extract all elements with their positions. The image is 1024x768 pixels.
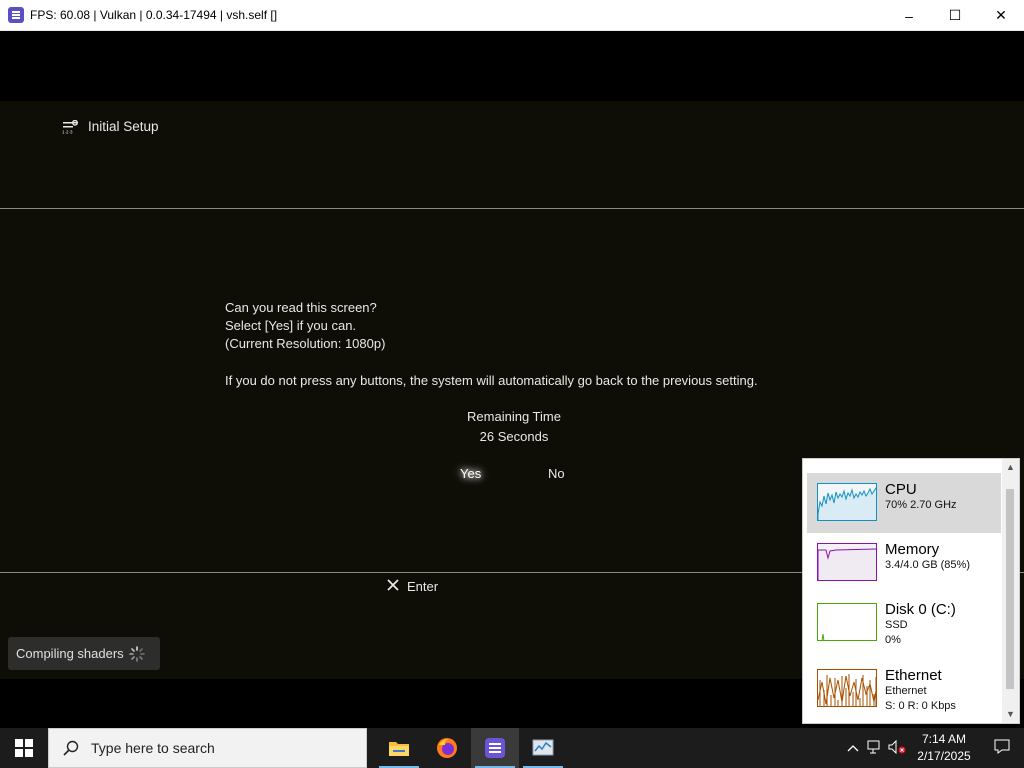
network-icon[interactable] (864, 740, 886, 757)
ethernet-graph (817, 669, 877, 707)
perf-item-ethernet[interactable]: Ethernet Ethernet S: 0 R: 0 Kbps (807, 659, 1001, 719)
taskbar-search-box[interactable]: Type here to search (48, 728, 367, 768)
compiling-shaders-toast: Compiling shaders (8, 637, 160, 670)
yes-option[interactable]: Yes (460, 466, 481, 481)
loading-spinner-icon (128, 645, 145, 662)
dialog-line-1: Can you read this screen? (225, 300, 377, 315)
clock-time: 7:14 AM (921, 732, 967, 746)
dialog-line-3: (Current Resolution: 1080p) (225, 336, 386, 351)
windows-taskbar: Type here to search 7:14 AM 2/17/2025 (0, 728, 1024, 768)
disk-type: SSD (885, 619, 908, 631)
scroll-thumb[interactable] (1006, 489, 1014, 689)
windows-logo-icon (15, 739, 33, 757)
setup-title: Initial Setup (88, 119, 159, 134)
ethernet-adapter: Ethernet (885, 685, 927, 697)
clock-date: 2/17/2025 (917, 749, 971, 763)
chevron-up-icon[interactable] (842, 741, 864, 755)
performance-summary-panel: CPU 70% 2.70 GHz Memory 3.4/4.0 GB (85%)… (802, 458, 1020, 724)
remaining-time-label: Remaining Time (467, 409, 561, 424)
notifications-icon[interactable] (980, 739, 1024, 757)
folder-icon (389, 742, 409, 756)
disk-usage: 0% (885, 634, 901, 646)
scroll-down-icon[interactable]: ▼ (1002, 706, 1019, 723)
enter-label: Enter (407, 579, 439, 594)
cpu-graph (817, 483, 877, 521)
ethernet-label: Ethernet (885, 667, 942, 684)
memory-usage: 3.4/4.0 GB (85%) (885, 559, 970, 571)
svg-text:1·2·3: 1·2·3 (62, 129, 73, 134)
perf-item-disk[interactable]: Disk 0 (C:) SSD 0% (807, 593, 1001, 653)
rpcs3-app-icon (8, 7, 24, 23)
cross-button-icon (387, 579, 399, 594)
perf-scrollbar[interactable]: ▲ ▼ (1002, 459, 1019, 723)
window-titlebar: FPS: 60.08 | Vulkan | 0.0.34-17494 | vsh… (0, 0, 1024, 31)
scroll-up-icon[interactable]: ▲ (1002, 459, 1019, 476)
disk-label: Disk 0 (C:) (885, 601, 956, 618)
cpu-usage: 70% 2.70 GHz (885, 499, 957, 511)
memory-label: Memory (885, 541, 940, 558)
close-button[interactable]: ✕ (978, 0, 1024, 31)
enter-hint: Enter (387, 579, 438, 594)
taskbar-clock[interactable]: 7:14 AM 2/17/2025 (908, 731, 980, 765)
disk-graph (817, 603, 877, 641)
toast-text: Compiling shaders (16, 646, 124, 661)
minimize-button[interactable]: – (886, 0, 932, 31)
system-tray: 7:14 AM 2/17/2025 (842, 728, 1024, 768)
window-title: FPS: 60.08 | Vulkan | 0.0.34-17494 | vsh… (30, 8, 278, 22)
setup-header: 1·2·3 Initial Setup (62, 119, 159, 134)
task-manager-icon (532, 739, 554, 756)
taskbar-file-explorer[interactable] (375, 728, 423, 768)
ethernet-throughput: S: 0 R: 0 Kbps (885, 700, 956, 712)
search-placeholder: Type here to search (91, 740, 215, 756)
taskbar-task-manager[interactable] (519, 728, 567, 768)
rpcs3-icon (485, 738, 505, 758)
dialog-line-2: Select [Yes] if you can. (225, 318, 357, 333)
taskbar-rpcs3[interactable] (471, 728, 519, 768)
maximize-button[interactable]: ☐ (932, 0, 978, 31)
perf-item-cpu[interactable]: CPU 70% 2.70 GHz (807, 473, 1001, 533)
perf-item-memory[interactable]: Memory 3.4/4.0 GB (85%) (807, 533, 1001, 593)
settings-tools-icon: 1·2·3 (62, 119, 80, 134)
volume-muted-icon[interactable] (886, 739, 908, 757)
search-icon (63, 740, 79, 756)
no-option[interactable]: No (548, 466, 565, 481)
remaining-time-value: 26 Seconds (479, 429, 549, 444)
firefox-icon (437, 738, 457, 758)
cpu-label: CPU (885, 481, 917, 498)
header-divider (0, 208, 1024, 209)
memory-graph (817, 543, 877, 581)
taskbar-firefox[interactable] (423, 728, 471, 768)
dialog-warning: If you do not press any buttons, the sys… (225, 373, 758, 388)
start-button[interactable] (0, 728, 48, 768)
